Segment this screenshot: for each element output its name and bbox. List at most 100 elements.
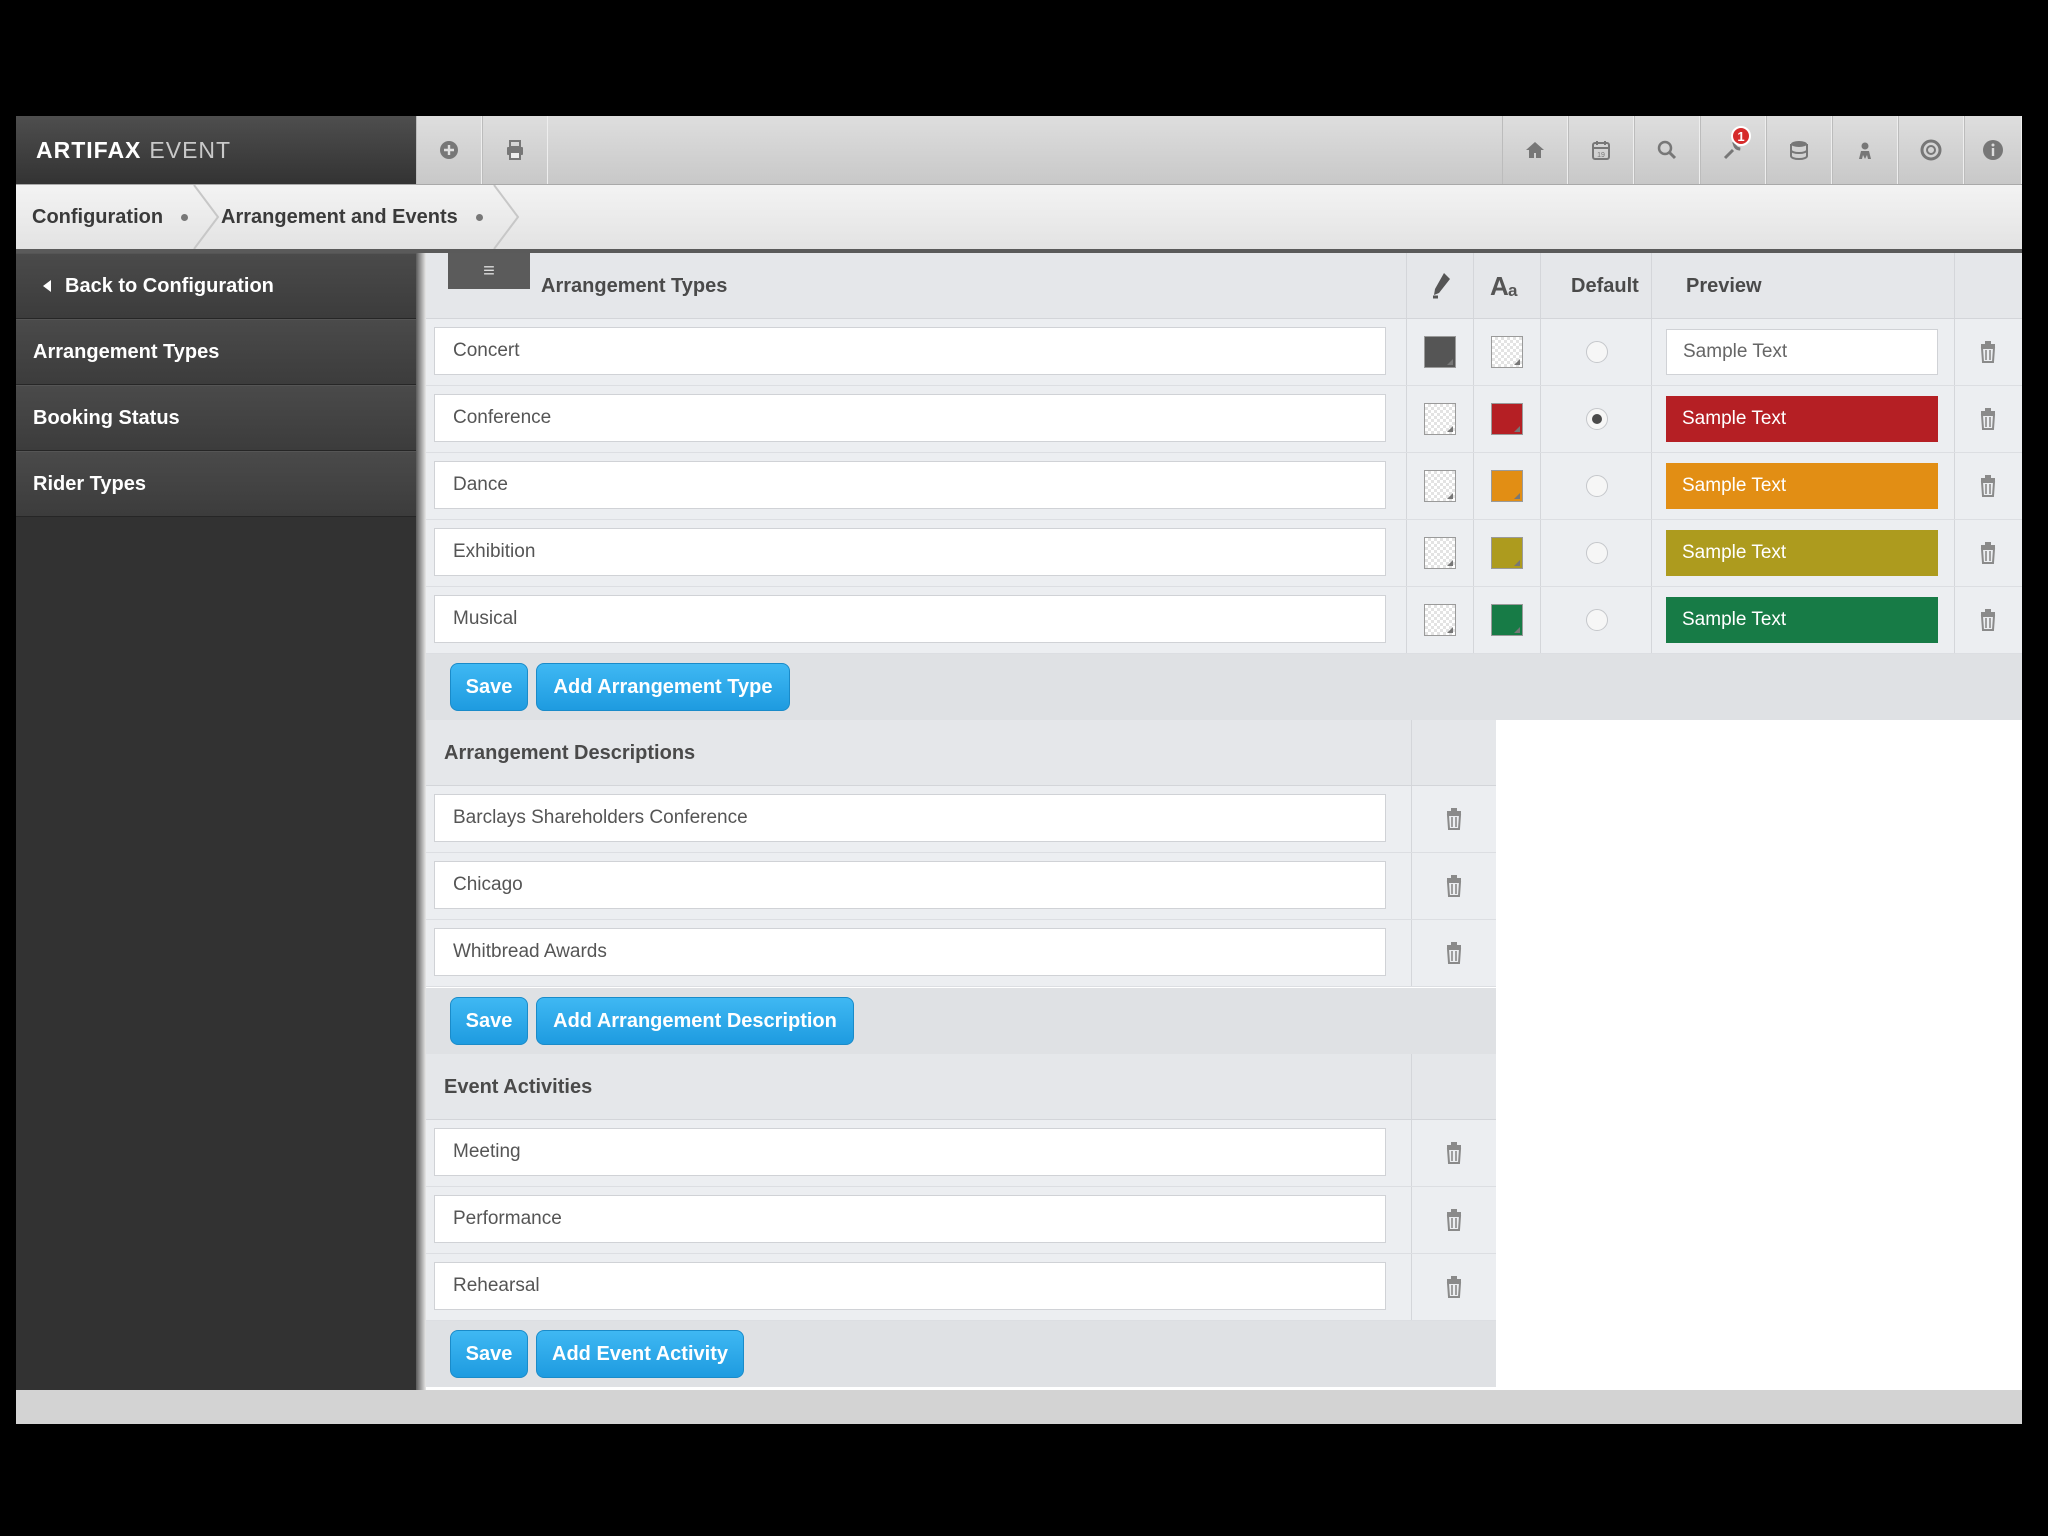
background-color-picker[interactable] xyxy=(1424,336,1456,368)
breadcrumb-label: Arrangement and Events xyxy=(221,205,458,228)
trash-icon[interactable] xyxy=(1444,942,1464,964)
breadcrumb-label: Configuration xyxy=(32,205,164,228)
calendar-button[interactable]: 19 xyxy=(1568,116,1634,184)
trash-icon[interactable] xyxy=(1444,1209,1464,1231)
background-color-picker[interactable] xyxy=(1424,403,1456,435)
font-color-picker[interactable] xyxy=(1491,403,1523,435)
font-color-picker[interactable] xyxy=(1491,470,1523,502)
database-button[interactable] xyxy=(1766,116,1832,184)
list-item xyxy=(426,920,1496,987)
svg-text:a: a xyxy=(1508,281,1518,300)
svg-text:A: A xyxy=(1490,271,1509,301)
dropdown-corner-icon xyxy=(1447,493,1453,499)
column-divider xyxy=(1411,786,1412,852)
trash-icon[interactable] xyxy=(1978,542,1998,564)
column-divider xyxy=(1473,253,1474,318)
column-divider xyxy=(1540,253,1541,318)
dropdown-corner-icon xyxy=(1447,426,1453,432)
search-button[interactable] xyxy=(1634,116,1700,184)
column-divider xyxy=(1411,1120,1412,1186)
brand-logo: ARTIFAX EVENT xyxy=(16,116,416,184)
trash-icon[interactable] xyxy=(1978,609,1998,631)
name-input[interactable] xyxy=(434,794,1386,842)
trash-icon[interactable] xyxy=(1978,341,1998,363)
column-divider xyxy=(1406,520,1407,586)
add-button[interactable] xyxy=(416,116,482,184)
trash-icon[interactable] xyxy=(1978,475,1998,497)
name-input[interactable] xyxy=(434,394,1386,442)
preview-sample: Sample Text xyxy=(1666,530,1938,576)
add-arrangement-description-button[interactable]: Add Arrangement Description xyxy=(536,997,854,1045)
sidebar-item-arrangement-types[interactable]: Arrangement Types xyxy=(16,319,416,385)
arrangement-types-actions: Save Add Arrangement Type xyxy=(426,654,2022,720)
breadcrumb-arrangement-events[interactable]: Arrangement and Events xyxy=(221,185,483,249)
help-button[interactable] xyxy=(1898,116,1964,184)
trash-icon[interactable] xyxy=(1978,408,1998,430)
default-radio[interactable] xyxy=(1586,609,1608,631)
column-divider xyxy=(1651,253,1652,318)
default-radio[interactable] xyxy=(1586,341,1608,363)
trash-icon[interactable] xyxy=(1444,1276,1464,1298)
trash-icon[interactable] xyxy=(1444,808,1464,830)
dropdown-corner-icon xyxy=(1514,560,1520,566)
save-arrangement-descriptions-button[interactable]: Save xyxy=(450,997,528,1045)
user-button[interactable] xyxy=(1832,116,1898,184)
dropdown-corner-icon xyxy=(1514,493,1520,499)
save-arrangement-types-button[interactable]: Save xyxy=(450,663,528,711)
name-input[interactable] xyxy=(434,595,1386,643)
back-label: Back to Configuration xyxy=(65,274,274,297)
sidebar-item-rider-types[interactable]: Rider Types xyxy=(16,451,416,517)
name-input[interactable] xyxy=(434,1195,1386,1243)
save-event-activities-button[interactable]: Save xyxy=(450,1330,528,1378)
tools-button[interactable]: 1 xyxy=(1700,116,1766,184)
column-divider xyxy=(1406,386,1407,452)
section-title: Event Activities xyxy=(444,1075,593,1098)
background-color-picker[interactable] xyxy=(1424,604,1456,636)
name-input[interactable] xyxy=(434,1262,1386,1310)
back-to-configuration-link[interactable]: Back to Configuration xyxy=(16,253,416,319)
sidebar: Back to Configuration Arrangement Types … xyxy=(16,253,416,1424)
column-divider xyxy=(1540,587,1541,653)
name-input[interactable] xyxy=(434,1128,1386,1176)
dropdown-corner-icon xyxy=(1514,359,1520,365)
font-color-picker[interactable] xyxy=(1491,537,1523,569)
column-divider xyxy=(1411,1054,1412,1119)
print-button[interactable] xyxy=(482,116,548,184)
default-radio[interactable] xyxy=(1586,475,1608,497)
info-button[interactable] xyxy=(1964,116,2022,184)
column-divider xyxy=(1411,853,1412,919)
breadcrumb-separator-icon xyxy=(493,185,520,249)
dropdown-corner-icon xyxy=(1447,560,1453,566)
menu-toggle-button[interactable]: ≡ xyxy=(448,253,530,289)
font-color-picker[interactable] xyxy=(1491,604,1523,636)
breadcrumb-configuration[interactable]: Configuration xyxy=(32,185,189,249)
app-window: ARTIFAX EVENT 19 1 Configuration Arrange… xyxy=(16,116,2022,1424)
trash-icon[interactable] xyxy=(1444,1142,1464,1164)
name-input[interactable] xyxy=(434,861,1386,909)
info-icon xyxy=(1983,140,2003,160)
sidebar-item-label: Rider Types xyxy=(33,472,146,495)
column-divider xyxy=(1540,520,1541,586)
name-input[interactable] xyxy=(434,528,1386,576)
back-arrow-icon xyxy=(43,280,51,292)
sidebar-item-booking-status[interactable]: Booking Status xyxy=(16,385,416,451)
add-arrangement-type-button[interactable]: Add Arrangement Type xyxy=(536,663,790,711)
background-color-picker[interactable] xyxy=(1424,470,1456,502)
name-input[interactable] xyxy=(434,461,1386,509)
background-color-picker[interactable] xyxy=(1424,537,1456,569)
column-divider xyxy=(1954,520,1955,586)
name-input[interactable] xyxy=(434,327,1386,375)
hamburger-icon: ≡ xyxy=(483,259,495,282)
trash-icon[interactable] xyxy=(1444,875,1464,897)
name-input[interactable] xyxy=(434,928,1386,976)
column-preview-label: Preview xyxy=(1686,274,1762,297)
breadcrumb-separator-icon xyxy=(193,185,220,249)
column-divider xyxy=(1406,453,1407,519)
font-color-picker[interactable] xyxy=(1491,336,1523,368)
add-event-activity-button[interactable]: Add Event Activity xyxy=(536,1330,744,1378)
default-radio[interactable] xyxy=(1586,408,1608,430)
print-icon xyxy=(507,140,523,160)
home-button[interactable] xyxy=(1502,116,1568,184)
background-color-icon xyxy=(1433,273,1450,299)
default-radio[interactable] xyxy=(1586,542,1608,564)
